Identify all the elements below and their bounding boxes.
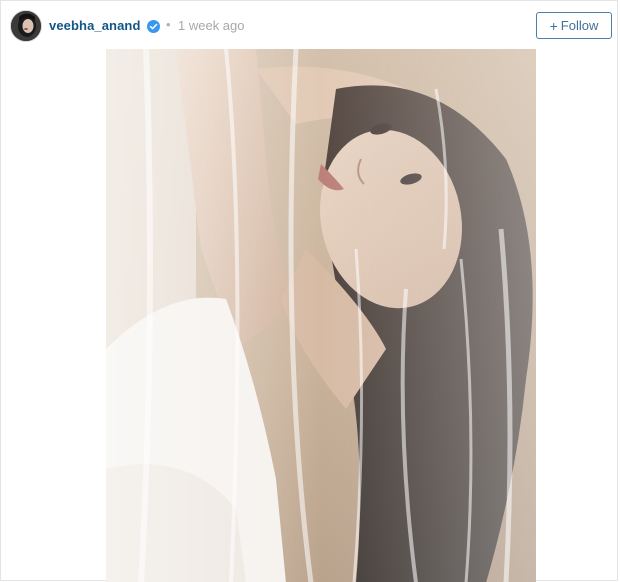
avatar[interactable] <box>10 10 42 42</box>
post-photo[interactable] <box>106 49 536 582</box>
verified-badge-icon <box>147 20 160 33</box>
follow-label: Follow <box>560 18 599 33</box>
follow-button[interactable]: + Follow <box>536 12 612 39</box>
instagram-post: veebha_anand • 1 week ago + Follow <box>0 0 619 582</box>
plus-icon: + <box>549 17 558 34</box>
post-timestamp[interactable]: 1 week ago <box>178 18 245 33</box>
header-separator: • <box>166 17 171 32</box>
username-link[interactable]: veebha_anand <box>49 18 141 33</box>
post-header: veebha_anand • 1 week ago + Follow <box>1 1 619 49</box>
